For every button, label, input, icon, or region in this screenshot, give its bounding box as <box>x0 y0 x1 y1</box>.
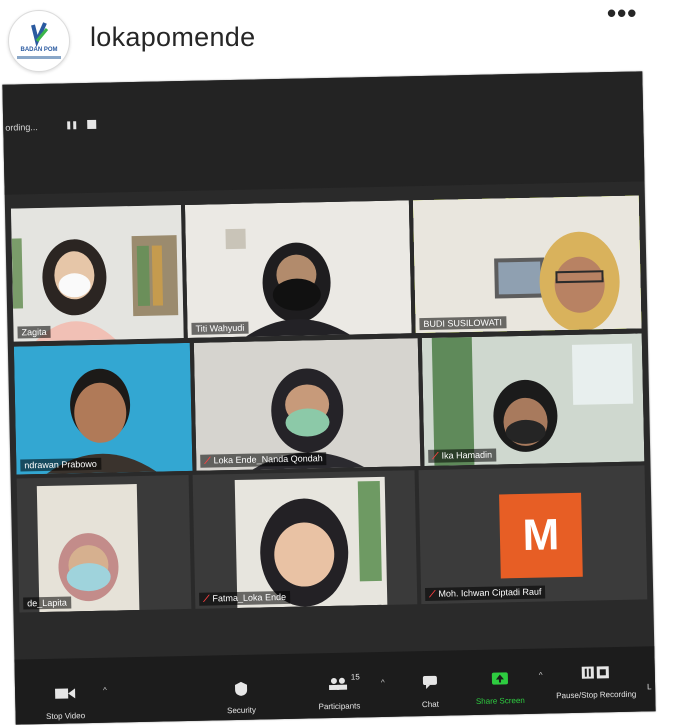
participant-name: ⟋ Fatma_Loka Ende <box>199 590 291 606</box>
video-tile[interactable]: ⟋ Loka Ende_Nanda Qondah <box>193 338 421 471</box>
participants-count: 15 <box>350 672 360 682</box>
video-tile[interactable]: Zagita <box>10 205 184 342</box>
share-screen-icon <box>491 672 508 685</box>
muted-mic-icon: ⟋ <box>432 450 439 461</box>
username[interactable]: lokapomende <box>90 22 255 53</box>
stop-video-button[interactable]: Stop Video <box>35 682 96 721</box>
participants-options-caret[interactable]: ^ <box>381 678 385 687</box>
more-toolbar-item[interactable]: L <box>647 682 652 691</box>
participant-name: BUDI SUSILOWATI <box>419 316 507 331</box>
chat-bubble-icon <box>422 675 437 690</box>
video-tile[interactable]: M ⟋ Moh. Ichwan Ciptadi Rauf <box>418 465 648 605</box>
participant-video <box>412 195 642 334</box>
post-header: BADAN POM lokapomende ••• <box>0 0 675 78</box>
video-tile[interactable]: ndrawan Prabowo <box>13 342 193 475</box>
more-options-icon[interactable]: ••• <box>607 0 647 26</box>
participant-name: Titi Wahyudi <box>191 321 249 335</box>
avatar-brand-text: BADAN POM <box>20 47 58 53</box>
shield-icon <box>234 681 248 696</box>
participant-video <box>234 476 388 608</box>
muted-mic-icon: ⟋ <box>203 593 210 604</box>
participant-initial-avatar: M <box>499 492 583 579</box>
muted-mic-icon: ⟋ <box>429 588 436 599</box>
pause-stop-recording-button[interactable]: Pause/Stop Recording <box>551 661 642 701</box>
video-tile[interactable]: ⟋ Ika Hamadin <box>421 333 645 467</box>
participant-name: ⟋ Ika Hamadin <box>428 448 497 463</box>
avatar-subline <box>17 56 61 59</box>
participant-name: ⟋ Moh. Ichwan Ciptadi Rauf <box>425 585 546 602</box>
participant-video <box>184 200 412 338</box>
pause-recording-icon[interactable] <box>65 119 79 131</box>
chat-button[interactable]: Chat <box>405 670 456 709</box>
participants-icon <box>329 677 348 691</box>
pause-stop-recording-icon <box>581 666 609 679</box>
recording-status: ording... <box>5 122 38 133</box>
participant-video <box>36 484 140 613</box>
participant-name: ⟋ Loka Ende_Nanda Qondah <box>200 452 327 468</box>
video-tile-active-speaker[interactable]: BUDI SUSILOWATI <box>412 195 642 334</box>
security-button[interactable]: Security <box>211 676 272 715</box>
participant-name: Zagita <box>17 325 51 339</box>
participant-video <box>13 342 193 475</box>
share-options-caret[interactable]: ^ <box>539 671 543 680</box>
stop-recording-icon[interactable] <box>87 119 97 130</box>
participant-video <box>10 205 184 342</box>
participant-name: de_Lapita <box>23 596 71 610</box>
profile-avatar[interactable]: BADAN POM <box>8 10 70 72</box>
participants-button[interactable]: Participants <box>299 672 380 712</box>
video-tile[interactable]: Titi Wahyudi <box>184 200 412 338</box>
participant-video <box>193 338 421 471</box>
zoom-top-bar: ording... <box>2 71 645 195</box>
badan-pom-logo-icon <box>31 22 49 48</box>
video-tile[interactable]: de_Lapita <box>16 474 192 613</box>
muted-mic-icon: ⟋ <box>204 455 211 466</box>
zoom-toolbar: Stop Video ^ Security Participants 15 ^ … <box>14 646 656 725</box>
video-camera-icon <box>55 688 76 699</box>
participant-name: ndrawan Prabowo <box>20 457 102 472</box>
video-options-caret[interactable]: ^ <box>103 686 107 695</box>
share-screen-button[interactable]: Share Screen <box>465 667 536 706</box>
video-tile[interactable]: ⟋ Fatma_Loka Ende <box>192 470 418 609</box>
participant-video <box>421 333 645 467</box>
zoom-meeting-window: ording... Zagita Titi Wahyudi BUDI SUSIL… <box>2 71 656 725</box>
